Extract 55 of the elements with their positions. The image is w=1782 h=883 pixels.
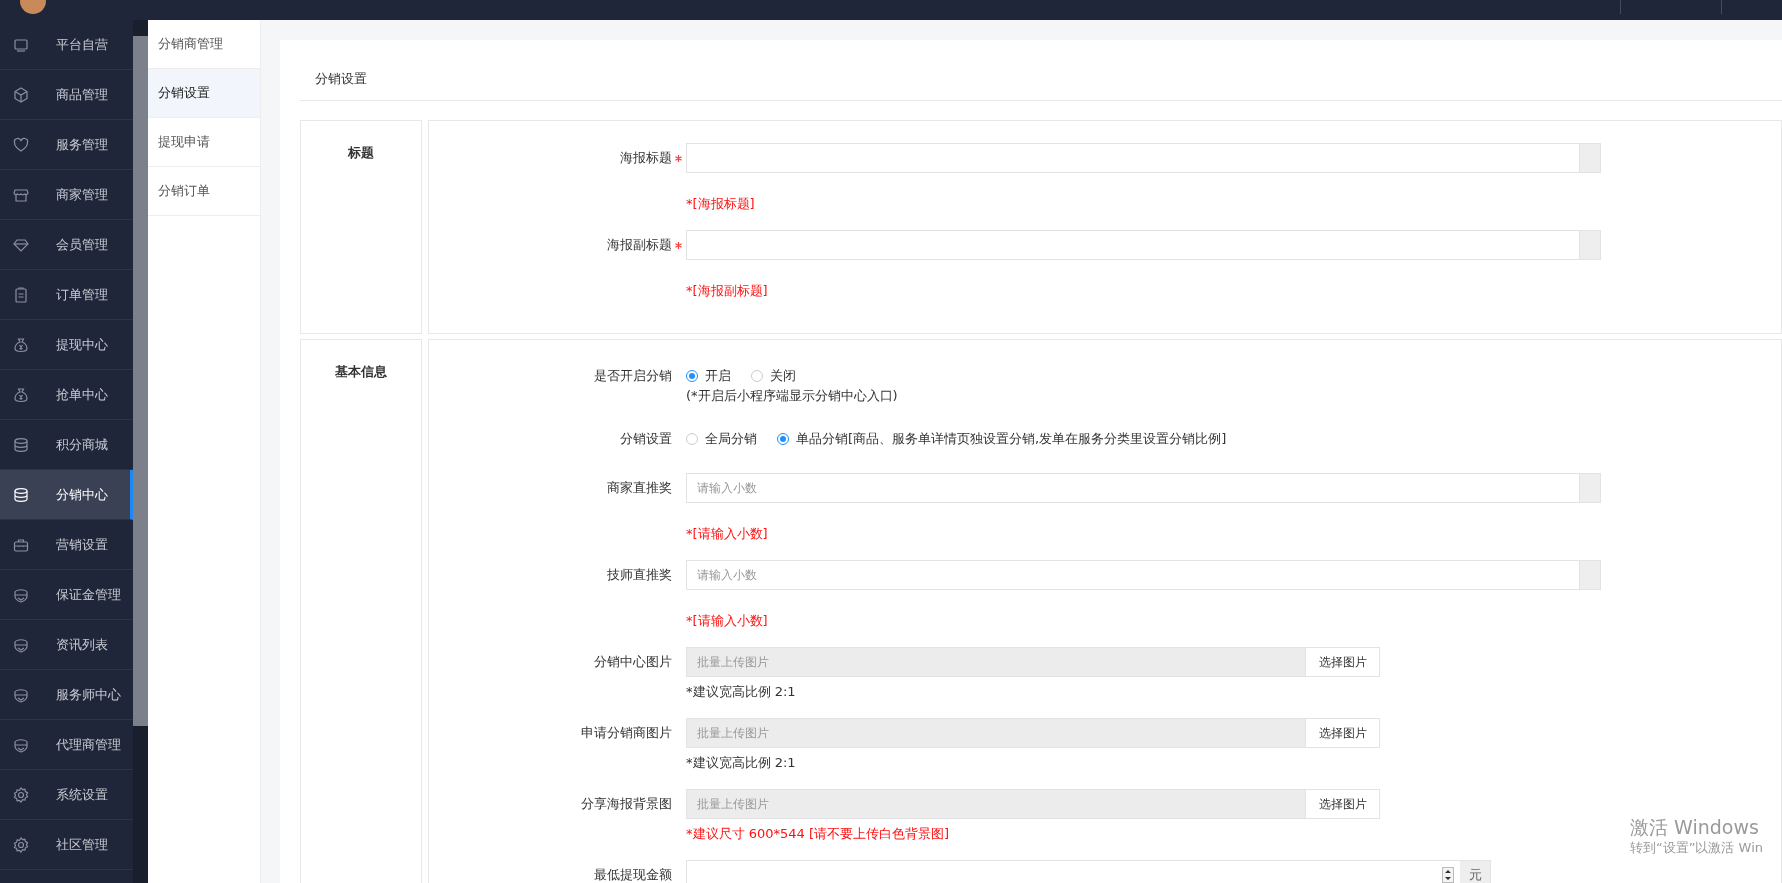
text-input-field[interactable]: 请输入小数 (686, 560, 1580, 590)
text-input-field[interactable] (686, 143, 1580, 173)
field-hint: *建议尺寸 600*544 [请不要上传白色背景图] (686, 825, 951, 843)
input-addon (1580, 473, 1601, 503)
activation-title: 激活 Windows (1630, 815, 1760, 839)
scrollbar[interactable] (133, 20, 148, 883)
choose-image-button[interactable]: 选择图片 (1306, 718, 1380, 748)
radio-option[interactable]: 关闭 (751, 367, 796, 385)
field-note: (*开启后小程序端显示分销中心入口) (686, 387, 899, 405)
field-label: 海报副标题 (607, 236, 672, 254)
activation-text: 转到“设置”以激活 Win (1630, 839, 1764, 857)
text-input-field[interactable]: 请输入小数 (686, 473, 1580, 503)
submenu-item[interactable]: 分销设置 (148, 69, 260, 118)
radio-option[interactable]: 开启 (686, 367, 731, 385)
field-hint: *建议宽高比例 2:1 (686, 754, 797, 772)
database-icon (12, 485, 30, 504)
heart-icon (12, 135, 30, 154)
input-addon (1580, 143, 1601, 173)
radio-option[interactable]: 全局分销 (686, 430, 757, 448)
field-hint: *[请输入小数] (686, 612, 769, 630)
settings-icon (12, 835, 30, 854)
field-hint: *[请输入小数] (686, 525, 769, 543)
field-label: 分享海报背景图 (581, 795, 672, 813)
field-label: 商家直推奖 (607, 479, 672, 497)
field-label: 海报标题 (620, 149, 672, 167)
unit-label: 元 (1460, 860, 1491, 883)
box-icon (12, 85, 30, 104)
page-title: 分销设置 (315, 70, 367, 88)
text-input-field[interactable] (686, 230, 1580, 260)
submenu-item[interactable]: 分销订单 (148, 167, 260, 216)
input-addon (1580, 560, 1601, 590)
field-hint: *[海报标题] (686, 195, 756, 213)
field-label: 是否开启分销 (594, 367, 672, 385)
money-bag-icon (12, 335, 30, 354)
input-addon (1580, 230, 1601, 260)
field-label: 技师直推奖 (607, 566, 672, 584)
choose-image-button[interactable]: 选择图片 (1306, 789, 1380, 819)
section-title: 基本信息 (335, 363, 387, 381)
radio-option[interactable]: 单品分销[商品、服务单详情页独设置分销,发单在服务分类里设置分销比例] (777, 430, 1227, 448)
field-hint: *[海报副标题] (686, 282, 769, 300)
clipboard-icon (12, 285, 30, 304)
choose-image-button[interactable]: 选择图片 (1306, 647, 1380, 677)
spinner-icon[interactable] (1442, 867, 1454, 883)
database-icon (12, 435, 30, 454)
field-label: 最低提现金额 (594, 866, 672, 883)
sidebar-item[interactable]: 分销中心 (0, 470, 133, 520)
section-title: 标题 (348, 144, 374, 162)
field-label: 分销设置 (620, 430, 672, 448)
submenu-item[interactable]: 提现申请 (148, 118, 260, 167)
field-hint: *建议宽高比例 2:1 (686, 683, 797, 701)
field-label: 申请分销商图片 (581, 724, 672, 742)
money-bag-icon (12, 385, 30, 404)
number-input-field[interactable] (686, 860, 1436, 883)
settings-icon (12, 785, 30, 804)
field-label: 分销中心图片 (594, 653, 672, 671)
